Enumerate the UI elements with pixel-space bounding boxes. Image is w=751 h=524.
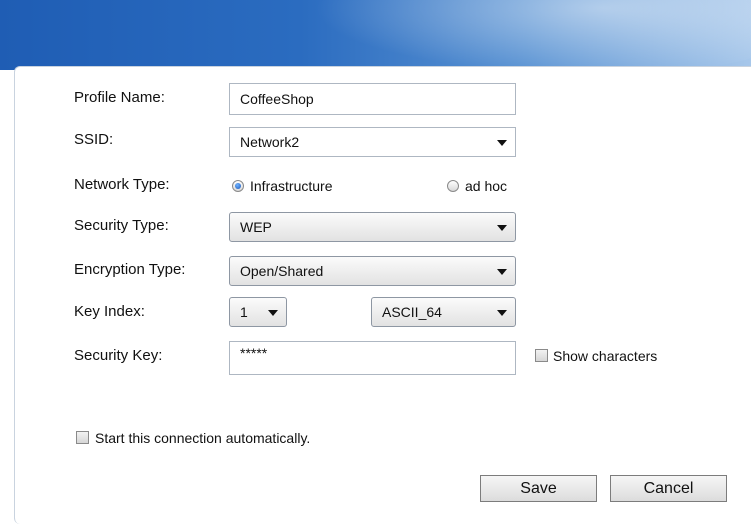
auto-start-checkbox[interactable] <box>76 431 89 444</box>
ssid-value: Network2 <box>240 134 300 150</box>
network-type-label: Network Type: <box>74 176 170 193</box>
chevron-down-icon <box>268 310 278 316</box>
security-key-input[interactable]: ***** <box>229 341 516 375</box>
radio-infrastructure-label: Infrastructure <box>250 178 333 194</box>
chevron-down-icon <box>497 140 507 146</box>
window-header <box>0 0 751 70</box>
auto-start-label: Start this connection automatically. <box>95 430 311 446</box>
security-type-label: Security Type: <box>74 217 169 234</box>
chevron-down-icon <box>497 310 507 316</box>
ssid-dropdown[interactable]: Network2 <box>229 127 516 157</box>
key-format-dropdown[interactable]: ASCII_64 <box>371 297 516 327</box>
chevron-down-icon <box>497 269 507 275</box>
key-index-value: 1 <box>240 304 248 320</box>
ssid-label: SSID: <box>74 131 114 148</box>
encryption-type-dropdown[interactable]: Open/Shared <box>229 256 516 286</box>
security-type-dropdown[interactable]: WEP <box>229 212 516 242</box>
encryption-type-label: Encryption Type: <box>74 261 186 278</box>
key-index-label: Key Index: <box>74 303 145 320</box>
profile-name-label: Profile Name: <box>74 89 165 106</box>
security-key-label: Security Key: <box>74 347 163 364</box>
save-button[interactable]: Save <box>480 475 597 502</box>
radio-ad-hoc[interactable] <box>447 180 459 192</box>
encryption-type-value: Open/Shared <box>240 263 324 279</box>
radio-infrastructure[interactable] <box>232 180 244 192</box>
cancel-button[interactable]: Cancel <box>610 475 727 502</box>
chevron-down-icon <box>497 225 507 231</box>
show-characters-label: Show characters <box>553 348 658 364</box>
show-characters-checkbox[interactable] <box>535 349 548 362</box>
key-index-dropdown[interactable]: 1 <box>229 297 287 327</box>
radio-ad-hoc-label: ad hoc <box>465 178 508 194</box>
profile-name-input[interactable]: CoffeeShop <box>229 83 516 115</box>
security-type-value: WEP <box>240 219 272 235</box>
key-format-value: ASCII_64 <box>382 304 442 320</box>
